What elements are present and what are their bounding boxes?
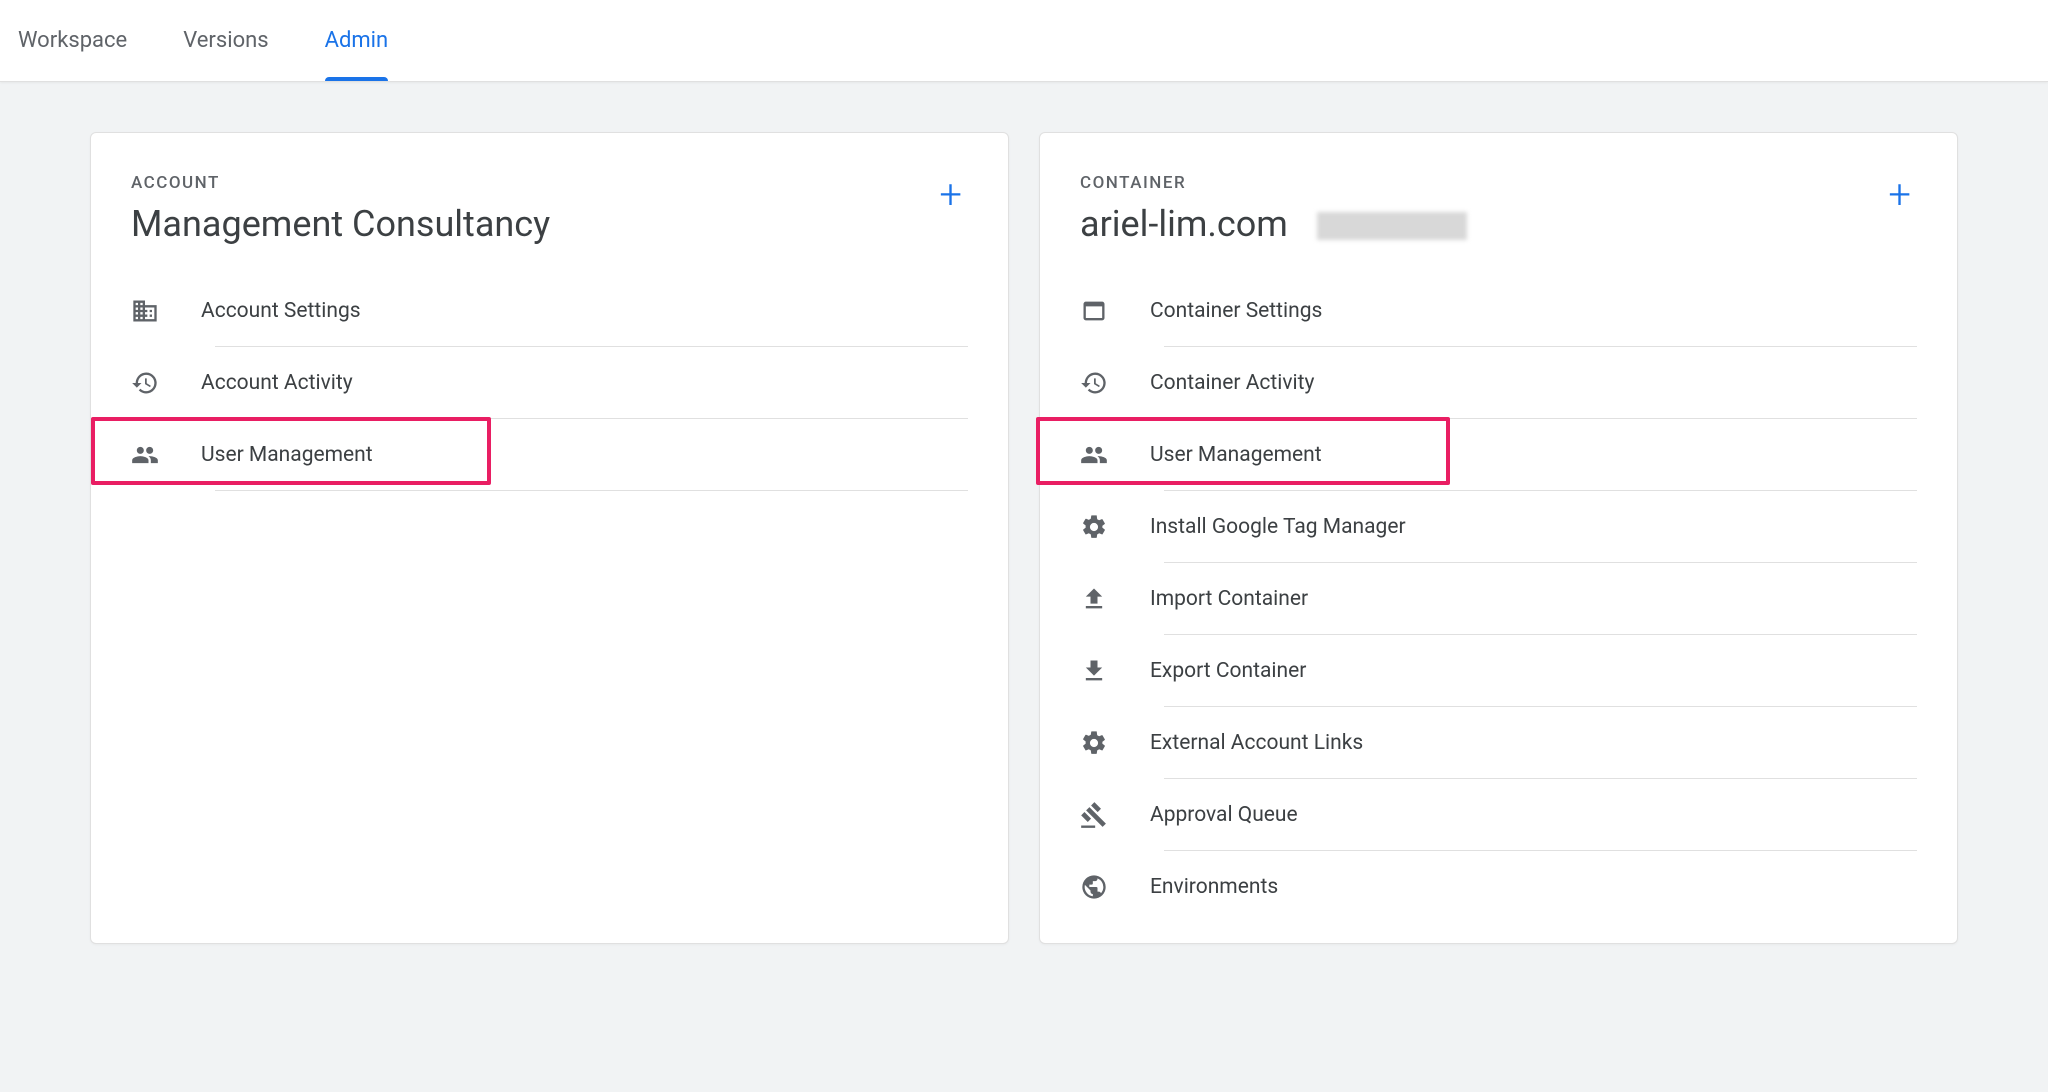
menu-item-label: Install Google Tag Manager bbox=[1150, 515, 1406, 539]
gear-icon bbox=[1080, 513, 1108, 541]
environments-item[interactable]: Environments bbox=[1080, 851, 1917, 923]
container-label: CONTAINER bbox=[1080, 173, 1467, 193]
account-activity-item[interactable]: Account Activity bbox=[131, 347, 968, 419]
menu-item-label: Account Activity bbox=[201, 371, 353, 395]
container-user-management-item[interactable]: User Management bbox=[1080, 419, 1917, 491]
install-gtm-item[interactable]: Install Google Tag Manager bbox=[1080, 491, 1917, 563]
tab-admin[interactable]: Admin bbox=[297, 0, 417, 81]
domain-icon bbox=[131, 297, 159, 325]
gavel-icon bbox=[1080, 801, 1108, 829]
menu-item-label: External Account Links bbox=[1150, 731, 1363, 755]
menu-item-label: User Management bbox=[201, 443, 373, 467]
top-tabbar: Workspace Versions Admin bbox=[0, 0, 2048, 82]
export-container-item[interactable]: Export Container bbox=[1080, 635, 1917, 707]
web-asset-icon bbox=[1080, 297, 1108, 325]
menu-item-label: Approval Queue bbox=[1150, 803, 1298, 827]
container-activity-item[interactable]: Container Activity bbox=[1080, 347, 1917, 419]
container-id-redacted bbox=[1317, 212, 1467, 240]
menu-item-label: Account Settings bbox=[201, 299, 361, 323]
container-name: ariel-lim.com bbox=[1080, 203, 1467, 245]
tab-versions[interactable]: Versions bbox=[155, 0, 296, 81]
globe-icon bbox=[1080, 873, 1108, 901]
people-icon bbox=[131, 441, 159, 469]
menu-item-label: Container Settings bbox=[1150, 299, 1322, 323]
external-account-links-item[interactable]: External Account Links bbox=[1080, 707, 1917, 779]
history-icon bbox=[131, 369, 159, 397]
menu-item-label: Container Activity bbox=[1150, 371, 1314, 395]
account-settings-item[interactable]: Account Settings bbox=[131, 275, 968, 347]
menu-item-label: Import Container bbox=[1150, 587, 1308, 611]
download-icon bbox=[1080, 657, 1108, 685]
tab-workspace[interactable]: Workspace bbox=[0, 0, 155, 81]
menu-item-label: Environments bbox=[1150, 875, 1278, 899]
account-card: ACCOUNT Management Consultancy + Account… bbox=[90, 132, 1009, 944]
menu-item-label: Export Container bbox=[1150, 659, 1306, 683]
history-icon bbox=[1080, 369, 1108, 397]
container-card: CONTAINER ariel-lim.com + Container Sett… bbox=[1039, 132, 1958, 944]
account-label: ACCOUNT bbox=[131, 173, 550, 193]
account-name: Management Consultancy bbox=[131, 203, 550, 245]
import-container-item[interactable]: Import Container bbox=[1080, 563, 1917, 635]
container-settings-item[interactable]: Container Settings bbox=[1080, 275, 1917, 347]
people-icon bbox=[1080, 441, 1108, 469]
menu-item-label: User Management bbox=[1150, 443, 1322, 467]
upload-icon bbox=[1080, 585, 1108, 613]
add-account-button[interactable]: + bbox=[933, 173, 968, 217]
gear-icon bbox=[1080, 729, 1108, 757]
account-user-management-item[interactable]: User Management bbox=[131, 419, 968, 491]
add-container-button[interactable]: + bbox=[1882, 173, 1917, 217]
approval-queue-item[interactable]: Approval Queue bbox=[1080, 779, 1917, 851]
